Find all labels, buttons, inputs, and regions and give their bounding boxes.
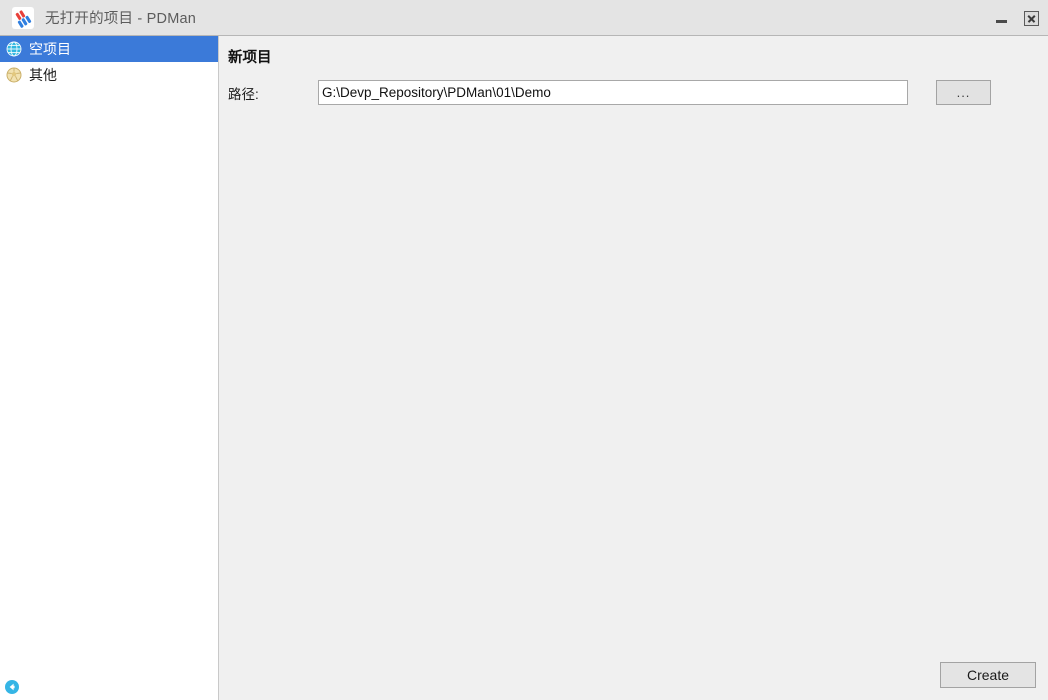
- minimize-button[interactable]: [990, 7, 1012, 29]
- path-form-row: 路径: ...: [219, 80, 1048, 105]
- title-bar: 无打开的项目 - PDMan: [0, 0, 1048, 36]
- browse-button[interactable]: ...: [936, 80, 991, 105]
- close-icon: [1023, 10, 1039, 26]
- new-project-panel: 新项目 路径: ... Create: [219, 36, 1048, 700]
- panel-spacer: [219, 105, 1048, 662]
- path-input[interactable]: [318, 80, 908, 105]
- close-button[interactable]: [1020, 7, 1042, 29]
- pdman-main-window: 无打开的项目 - PDMan 空项目 其他 新项目 路径: G:\Devp_Re…: [0, 0, 1048, 700]
- window-body: 空项目 其他 新项目 路径: G:\Devp_Repository\PDMan\…: [0, 36, 1048, 700]
- panel-footer: Create: [219, 662, 1048, 700]
- sidebar-item-label: 其他: [29, 67, 57, 83]
- window-title: 无打开的项目 - PDMan: [45, 11, 197, 27]
- window-controls: [990, 0, 1042, 36]
- project-type-sidebar: 空项目 其他: [0, 36, 219, 700]
- sidebar-item-empty-project[interactable]: 空项目: [0, 36, 218, 62]
- minimize-icon: [995, 19, 1007, 23]
- globe-icon: [6, 41, 22, 57]
- path-label: 路径:: [228, 86, 259, 102]
- pdman-logo-icon: [12, 6, 34, 29]
- page-title: 新项目: [228, 50, 272, 66]
- ball-icon: [6, 67, 22, 83]
- create-button[interactable]: Create: [940, 662, 1036, 688]
- back-circle-icon[interactable]: [4, 679, 20, 695]
- sidebar-footer: [0, 674, 218, 700]
- sidebar-item-other[interactable]: 其他: [0, 62, 218, 88]
- sidebar-item-label: 空项目: [29, 41, 71, 57]
- project-type-list: 空项目 其他: [0, 36, 218, 88]
